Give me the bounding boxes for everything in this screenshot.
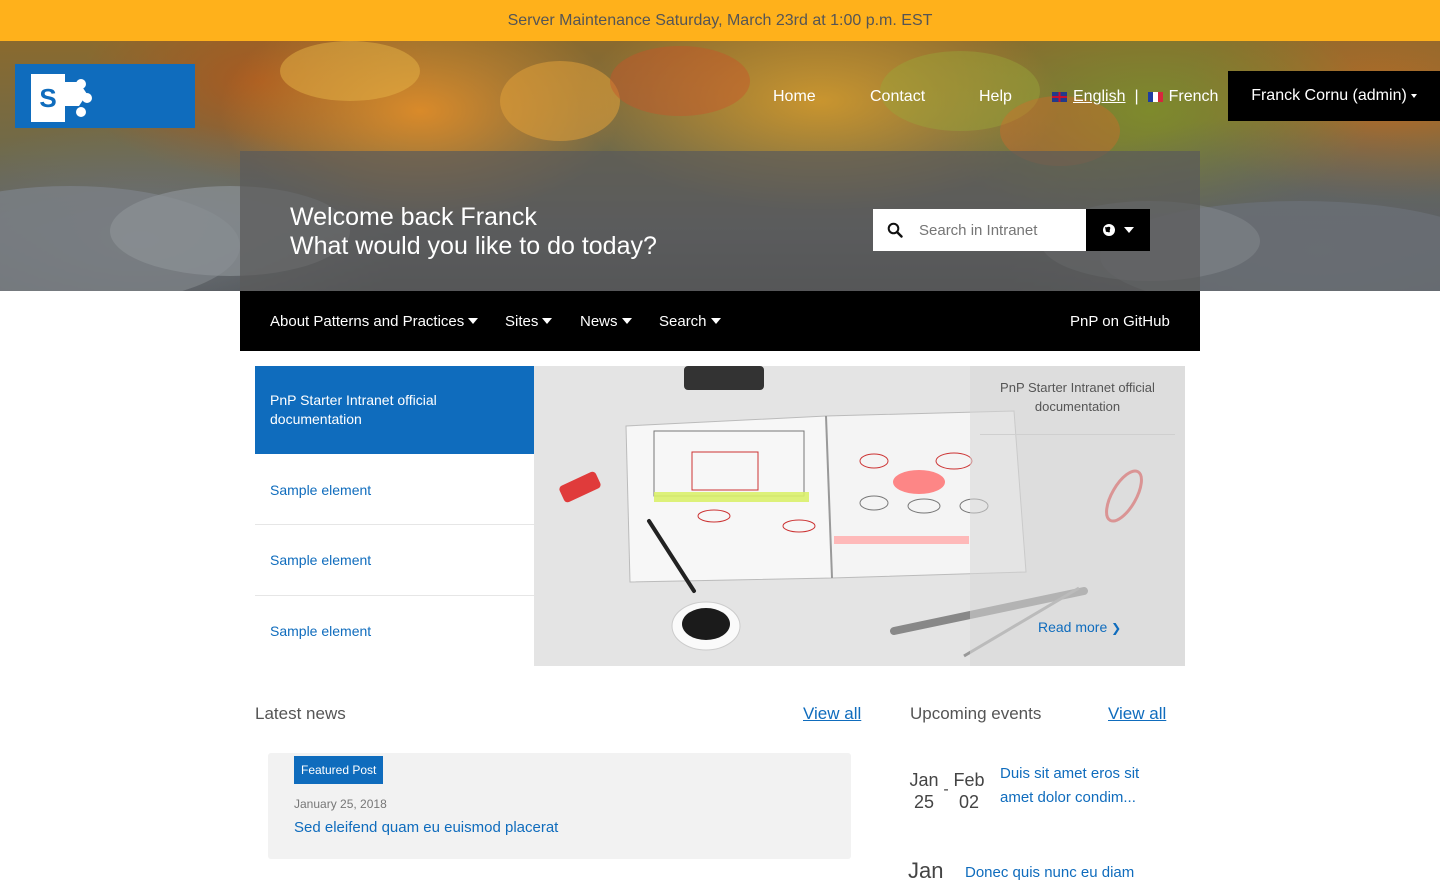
menu-search[interactable]: Search <box>659 291 721 351</box>
carousel-item-sample-3[interactable]: Sample element <box>255 596 535 666</box>
language-separator: | <box>1134 88 1139 105</box>
user-name: Franck Cornu (admin) <box>1251 87 1407 104</box>
read-more-link[interactable]: Read more ❯ <box>1038 619 1121 635</box>
caret-down-icon <box>468 318 479 324</box>
menu-search-label: Search <box>659 312 707 330</box>
svg-text:S: S <box>39 83 56 113</box>
menu-about-pnp[interactable]: About Patterns and Practices <box>270 291 479 351</box>
search-icon[interactable] <box>887 222 903 238</box>
featured-post-badge: Featured Post <box>294 756 384 784</box>
carousel-item-label: Sample element <box>270 481 372 498</box>
event-title-link[interactable]: Donec quis nunc eu diam <box>965 861 1134 880</box>
read-more-label: Read more <box>1038 619 1108 635</box>
caret-down-icon <box>710 318 721 324</box>
carousel-item-list: PnP Starter Intranet official documentat… <box>255 366 545 666</box>
hero-header: S Home Contact Help English | French Fra… <box>0 41 1440 291</box>
nav-contact-link[interactable]: Contact <box>870 86 925 108</box>
welcome-panel: Welcome back Franck What would you like … <box>240 151 1200 291</box>
maintenance-banner: Server Maintenance Saturday, March 23rd … <box>0 0 1440 41</box>
search-scope-dropdown[interactable] <box>1086 209 1150 251</box>
caret-down-icon <box>1124 227 1134 233</box>
carousel-caption: PnP Starter Intranet official documentat… <box>970 366 1185 666</box>
latest-news-heading: Latest news <box>255 704 346 723</box>
event-start-month: Jan <box>909 770 939 790</box>
upcoming-events-heading: Upcoming events <box>910 704 1042 723</box>
event-end-month: Feb <box>953 770 985 790</box>
pnp-github-label: PnP on GitHub <box>1070 312 1170 330</box>
events-view-all-link[interactable]: View all <box>1108 704 1166 724</box>
pnp-github-link[interactable]: PnP on GitHub <box>1070 291 1170 351</box>
main-navigation: About Patterns and Practices Sites News … <box>240 291 1200 351</box>
carousel-item-label: Sample element <box>270 623 372 639</box>
uk-flag-icon <box>1052 92 1067 102</box>
news-date: January 25, 2018 <box>294 797 387 811</box>
globe-icon <box>1103 224 1115 236</box>
event-start-day: 25 <box>913 792 935 812</box>
divider <box>980 434 1175 435</box>
nav-home-link[interactable]: Home <box>773 86 816 108</box>
event-title-link[interactable]: Duis sit amet eros sit amet dolor condim… <box>1000 762 1160 810</box>
caret-down-icon <box>542 318 553 324</box>
menu-news-label: News <box>580 312 618 330</box>
maintenance-text: Server Maintenance Saturday, March 23rd … <box>507 11 933 29</box>
carousel-item-sample-2[interactable]: Sample element <box>255 525 535 595</box>
featured-carousel: PnP Starter Intranet official documentat… <box>255 366 1185 666</box>
event-end-day: 02 <box>958 792 980 812</box>
news-title-link[interactable]: Sed eleifend quam eu euismod placerat <box>294 819 558 836</box>
language-english-link[interactable]: English <box>1073 86 1125 108</box>
chevron-right-icon: ❯ <box>1111 621 1122 635</box>
menu-sites[interactable]: Sites <box>505 291 553 351</box>
chevron-down-icon <box>1410 94 1417 98</box>
language-switcher: English | French <box>1052 86 1218 108</box>
france-flag-icon <box>1147 92 1163 102</box>
search-box <box>873 209 1086 251</box>
carousel-item-label: Sample element <box>270 552 372 568</box>
news-view-all-link[interactable]: View all <box>803 704 861 724</box>
carousel-item-label: PnP Starter Intranet official documentat… <box>270 392 437 427</box>
carousel-item-documentation[interactable]: PnP Starter Intranet official documentat… <box>255 366 545 454</box>
news-card[interactable]: Featured Post January 25, 2018 Sed eleif… <box>268 753 851 859</box>
language-french-link[interactable]: French <box>1169 86 1219 108</box>
welcome-heading: Welcome back Franck <box>290 203 537 231</box>
carousel-image[interactable]: PnP Starter Intranet official documentat… <box>534 366 1185 666</box>
sharepoint-logo-icon: S <box>31 74 92 122</box>
event-date-dash: - <box>943 781 949 798</box>
nav-help-link[interactable]: Help <box>979 86 1012 108</box>
welcome-subheading: What would you like to do today? <box>290 232 657 260</box>
menu-about-label: About Patterns and Practices <box>270 312 465 330</box>
carousel-item-sample-1[interactable]: Sample element <box>255 454 535 525</box>
user-menu-button[interactable]: Franck Cornu (admin) <box>1228 71 1440 121</box>
sharepoint-logo[interactable]: S <box>15 64 195 128</box>
menu-sites-label: Sites <box>505 312 539 330</box>
event-end-date: Feb 02 <box>952 769 986 813</box>
search-input[interactable] <box>919 221 1079 239</box>
menu-news[interactable]: News <box>580 291 632 351</box>
event-start-date: Jan 25 <box>909 769 939 813</box>
caret-down-icon <box>621 318 632 324</box>
caption-title: PnP Starter Intranet official documentat… <box>1000 380 1155 414</box>
event-start-month: Jan <box>908 858 944 880</box>
